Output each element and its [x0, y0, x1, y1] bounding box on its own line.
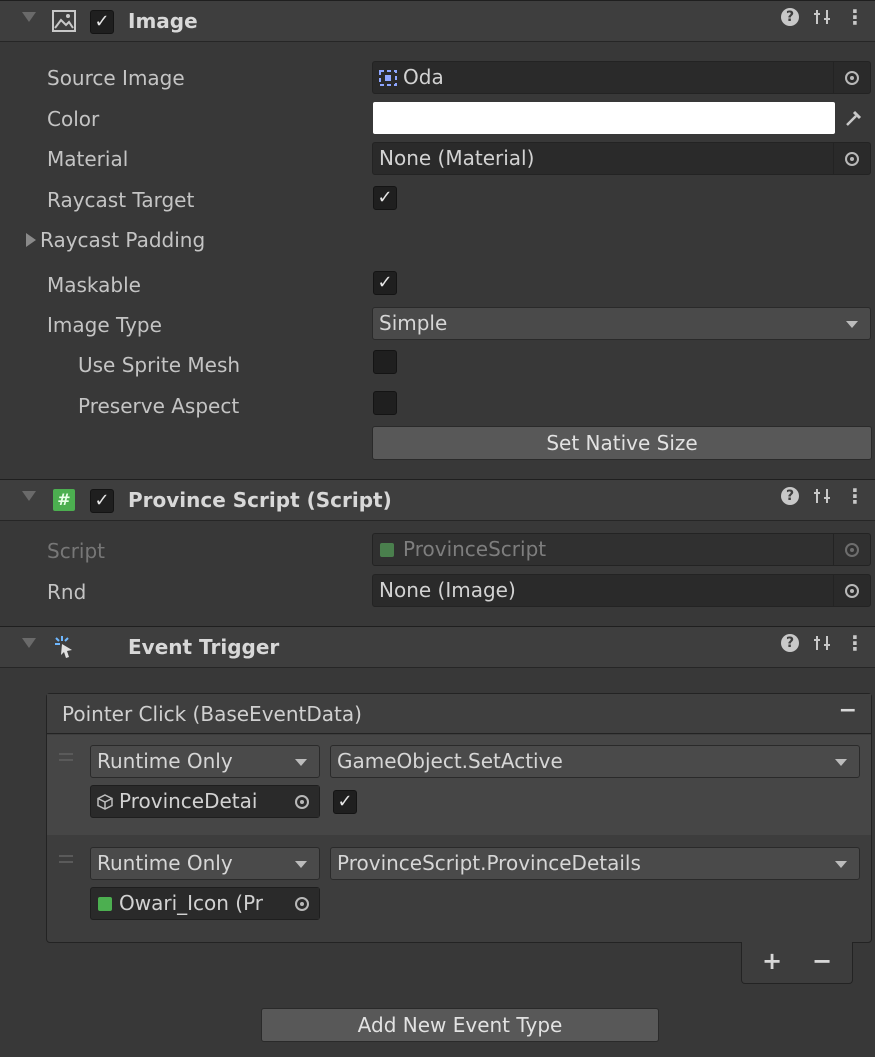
object-picker-icon — [845, 583, 859, 598]
runtime-mode-value: Runtime Only — [97, 851, 233, 875]
script-icon — [380, 543, 394, 557]
maskable-checkbox[interactable]: ✓ — [373, 271, 397, 295]
use-sprite-mesh-label: Use Sprite Mesh — [78, 353, 241, 377]
drag-handle-icon[interactable] — [59, 855, 73, 863]
remove-listener-button[interactable]: − — [812, 947, 832, 975]
image-type-dropdown[interactable]: Simple — [372, 307, 871, 340]
gameobject-icon — [97, 794, 113, 810]
sprite-icon — [379, 70, 397, 86]
source-image-value: Oda — [403, 65, 444, 89]
event-trigger-title: Event Trigger — [128, 635, 280, 659]
raycast-target-label: Raycast Target — [47, 188, 195, 212]
foldout-collapsed-icon[interactable] — [26, 233, 36, 247]
chevron-down-icon — [846, 321, 858, 328]
event-entry-header: Pointer Click (BaseEventData) − — [47, 694, 871, 734]
drag-handle-icon[interactable] — [59, 753, 73, 761]
runtime-mode-dropdown[interactable]: Runtime Only — [90, 745, 320, 778]
maskable-label: Maskable — [47, 273, 141, 297]
rnd-value: None (Image) — [379, 578, 516, 602]
kebab-menu-icon[interactable]: ⋮ — [845, 486, 865, 506]
script-icon: # — [53, 489, 75, 511]
list-footer: + − — [741, 942, 853, 984]
function-value: GameObject.SetActive — [337, 749, 563, 773]
set-native-size-button[interactable]: Set Native Size — [372, 426, 872, 460]
object-picker-button[interactable] — [833, 575, 870, 606]
preserve-aspect-label: Preserve Aspect — [78, 394, 240, 418]
presets-icon[interactable] — [813, 634, 831, 652]
kebab-menu-icon[interactable]: ⋮ — [845, 7, 865, 27]
rnd-field[interactable]: None (Image) — [372, 574, 871, 607]
image-type-label: Image Type — [47, 313, 162, 337]
image-component-title: Image — [128, 9, 198, 33]
preserve-aspect-checkbox[interactable] — [373, 391, 397, 415]
foldout-arrow-icon[interactable] — [22, 491, 36, 501]
add-new-event-type-button[interactable]: Add New Event Type — [261, 1008, 659, 1042]
listener-row[interactable]: Runtime Only GameObject.SetActive Provin… — [47, 735, 871, 835]
presets-icon[interactable] — [813, 487, 831, 505]
material-value: None (Material) — [379, 146, 535, 170]
help-icon[interactable]: ? — [781, 8, 799, 26]
color-swatch[interactable] — [373, 102, 835, 134]
object-picker-icon — [295, 794, 309, 809]
target-object-field[interactable]: Owari_Icon (Pr — [90, 887, 320, 920]
kebab-menu-icon[interactable]: ⋮ — [845, 633, 865, 653]
source-image-field[interactable]: Oda — [372, 61, 871, 94]
help-icon[interactable]: ? — [781, 487, 799, 505]
image-component-header[interactable]: ✓ Image ? ⋮ — [0, 0, 875, 42]
image-type-value: Simple — [379, 311, 448, 335]
foldout-arrow-icon[interactable] — [22, 638, 36, 648]
target-object-field[interactable]: ProvinceDetai — [90, 785, 320, 818]
object-picker-icon — [845, 151, 859, 166]
listener-row[interactable]: Runtime Only ProvinceScript.ProvinceDeta… — [47, 837, 871, 937]
runtime-mode-value: Runtime Only — [97, 749, 233, 773]
foldout-arrow-icon[interactable] — [22, 12, 36, 22]
runtime-mode-dropdown[interactable]: Runtime Only — [90, 847, 320, 880]
presets-icon[interactable] — [813, 8, 831, 26]
object-picker-button — [833, 534, 870, 565]
raycast-padding-label[interactable]: Raycast Padding — [40, 228, 205, 252]
remove-event-button[interactable]: − — [839, 698, 857, 723]
event-trigger-component-header[interactable]: Event Trigger ? ⋮ — [0, 626, 875, 668]
event-list: Pointer Click (BaseEventData) − Runtime … — [46, 693, 872, 943]
rnd-label: Rnd — [47, 580, 87, 604]
image-component-icon — [52, 10, 76, 32]
function-dropdown[interactable]: ProvinceScript.ProvinceDetails — [330, 847, 860, 880]
raycast-target-checkbox[interactable]: ✓ — [373, 186, 397, 210]
target-object-value: Owari_Icon (Pr — [119, 891, 264, 915]
chevron-down-icon — [295, 759, 307, 766]
function-dropdown[interactable]: GameObject.SetActive — [330, 745, 860, 778]
help-icon[interactable]: ? — [781, 634, 799, 652]
script-field: ProvinceScript — [372, 533, 871, 566]
script-value: ProvinceScript — [403, 537, 547, 561]
object-picker-button[interactable] — [285, 888, 319, 919]
province-script-component-header[interactable]: # ✓ Province Script (Script) ? ⋮ — [0, 479, 875, 521]
event-entry-title: Pointer Click (BaseEventData) — [62, 702, 362, 726]
setactive-bool-checkbox[interactable]: ✓ — [333, 790, 357, 814]
material-field[interactable]: None (Material) — [372, 142, 871, 175]
object-picker-icon — [845, 542, 859, 557]
script-label: Script — [47, 539, 106, 563]
chevron-down-icon — [835, 759, 847, 766]
event-trigger-icon — [55, 636, 72, 658]
chevron-down-icon — [295, 861, 307, 868]
eyedropper-icon[interactable] — [844, 108, 862, 128]
script-icon — [98, 897, 112, 911]
image-enabled-checkbox[interactable]: ✓ — [90, 10, 114, 34]
material-label: Material — [47, 147, 129, 171]
province-script-title: Province Script (Script) — [128, 488, 392, 512]
color-label: Color — [47, 107, 100, 131]
source-image-label: Source Image — [47, 66, 185, 90]
target-object-value: ProvinceDetai — [119, 789, 258, 813]
chevron-down-icon — [835, 861, 847, 868]
object-picker-icon — [295, 896, 309, 911]
use-sprite-mesh-checkbox[interactable] — [373, 350, 397, 374]
object-picker-button[interactable] — [833, 62, 870, 93]
function-value: ProvinceScript.ProvinceDetails — [337, 851, 641, 875]
add-listener-button[interactable]: + — [762, 947, 782, 975]
object-picker-icon — [845, 70, 859, 85]
province-script-enabled-checkbox[interactable]: ✓ — [90, 489, 114, 513]
object-picker-button[interactable] — [833, 143, 870, 174]
object-picker-button[interactable] — [285, 786, 319, 817]
